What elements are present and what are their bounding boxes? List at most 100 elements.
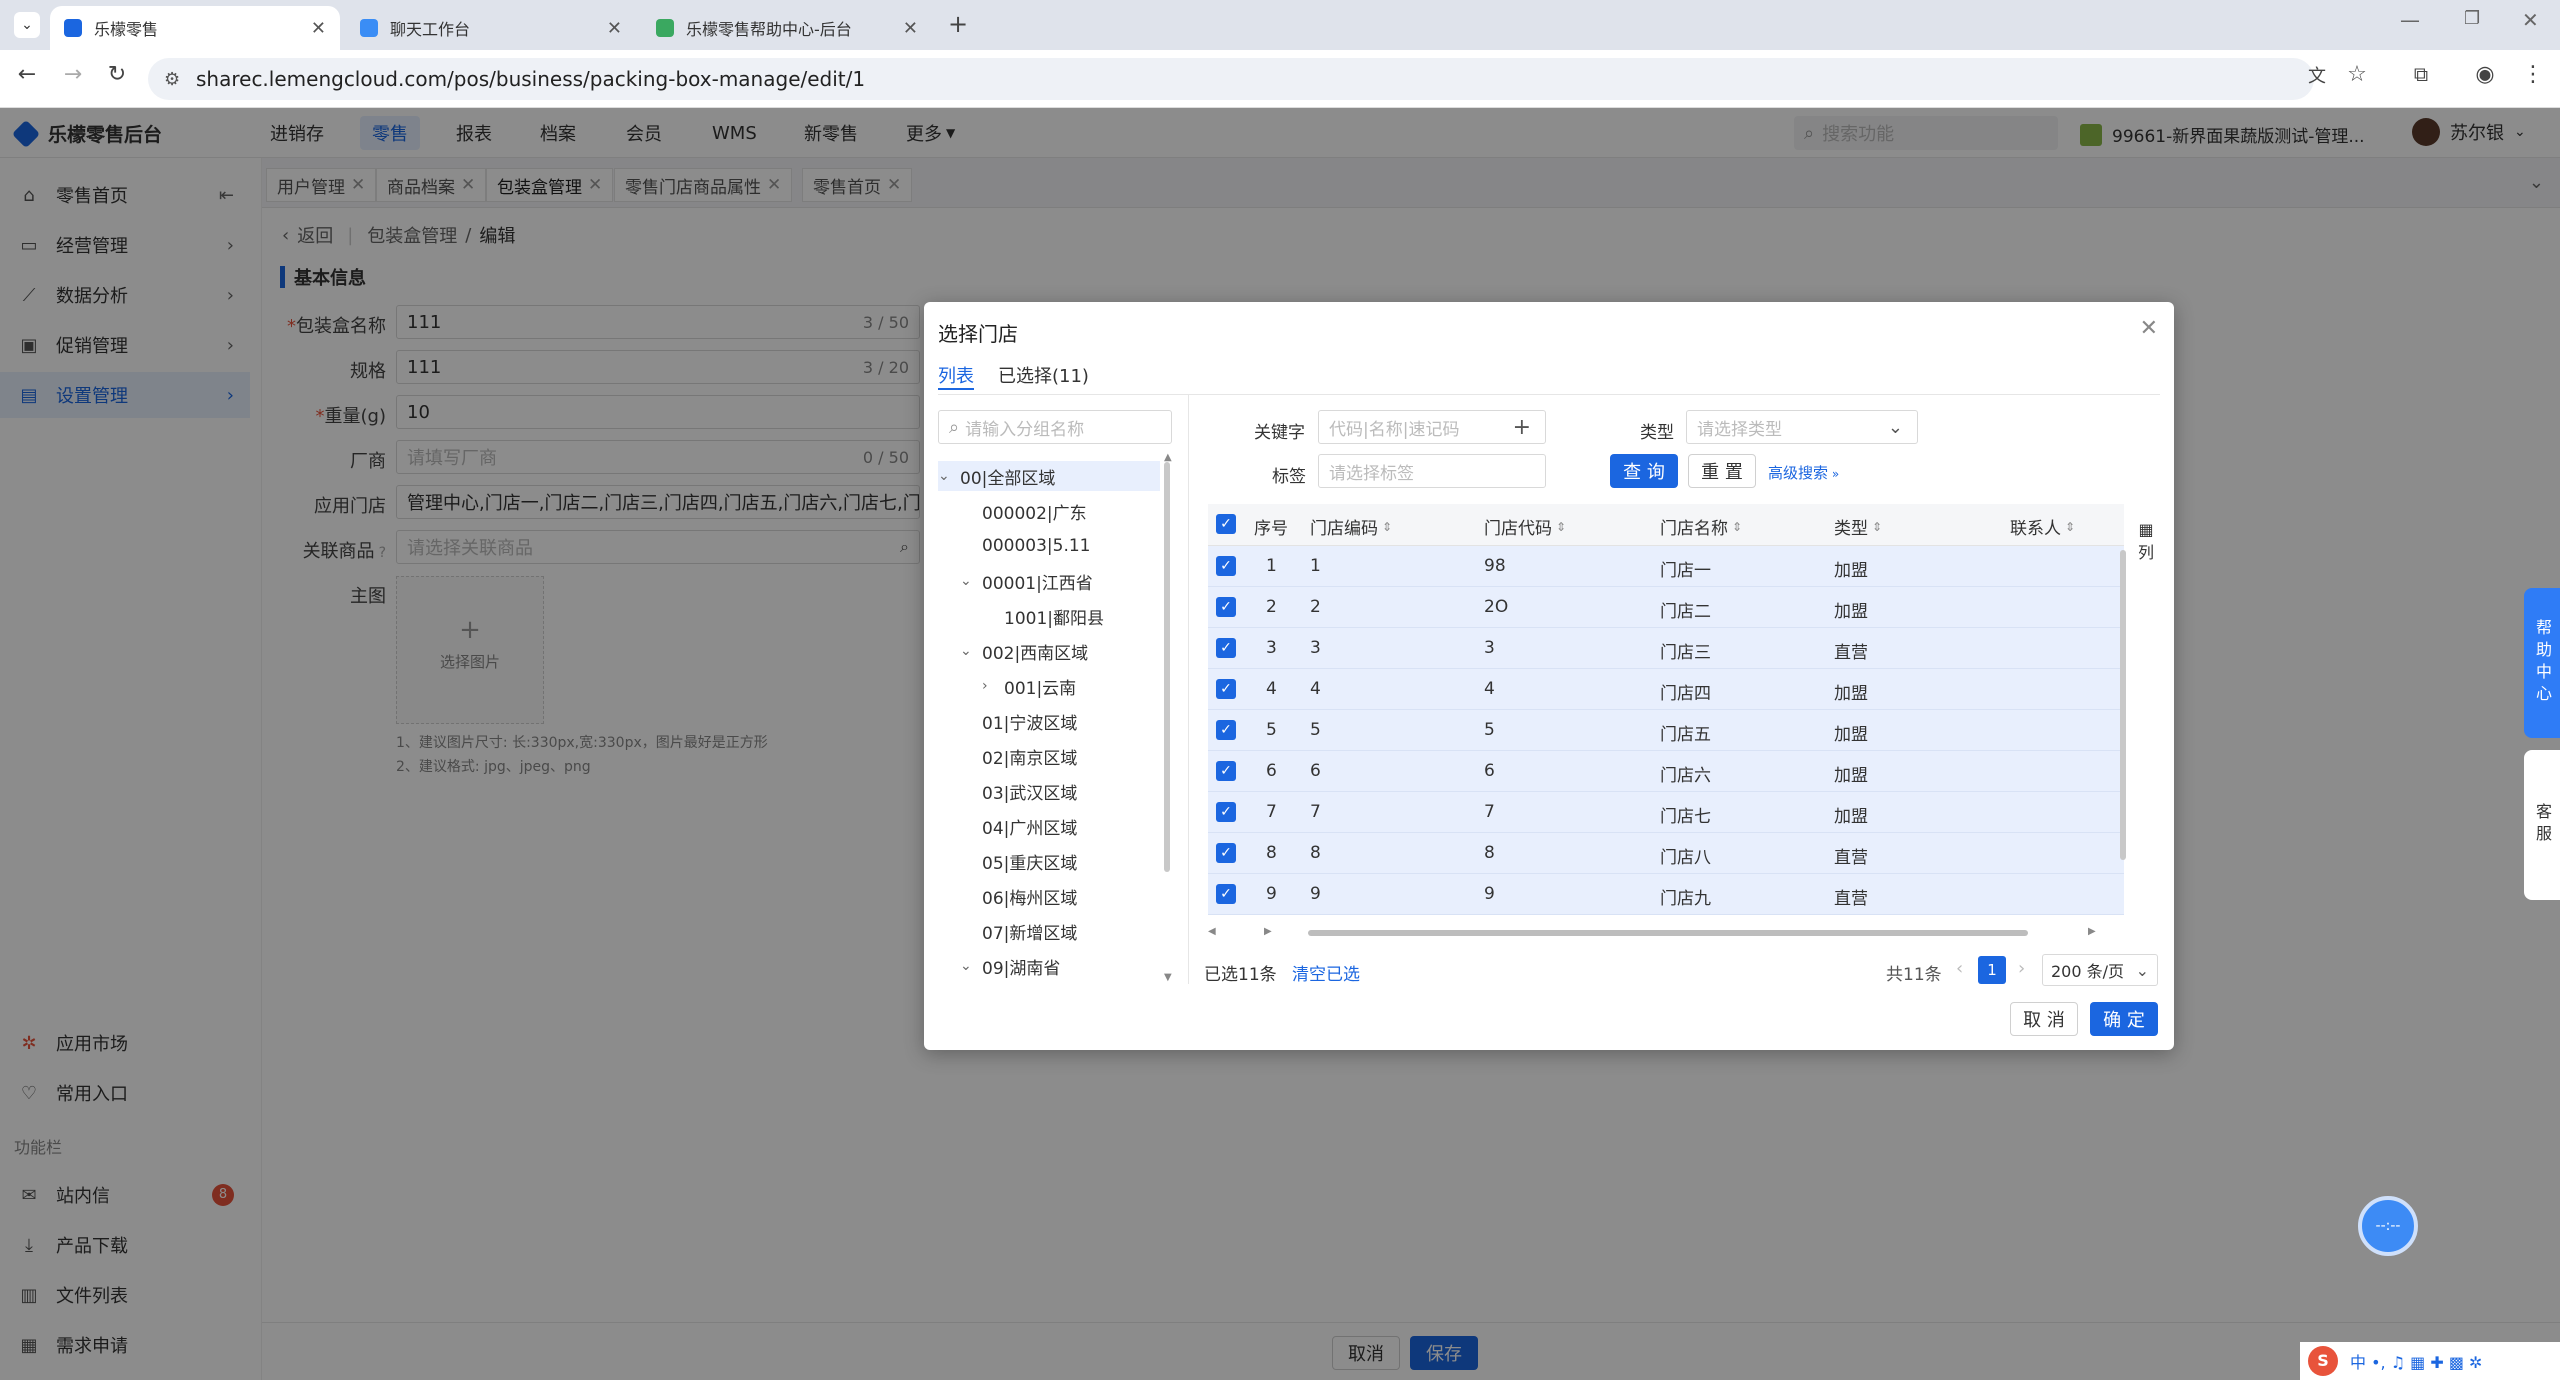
- customer-service-widget[interactable]: 客服: [2524, 750, 2560, 900]
- column-settings-button[interactable]: ▦ 列: [2134, 520, 2158, 563]
- floating-assistant-button[interactable]: --:--: [2358, 1196, 2418, 1256]
- page-1-button[interactable]: 1: [1978, 956, 2006, 984]
- tree-node[interactable]: › 001|云南: [982, 671, 1076, 701]
- dialog-cancel-button[interactable]: 取 消: [2010, 1002, 2078, 1036]
- minimize-button[interactable]: —: [2400, 8, 2420, 32]
- row-checkbox[interactable]: ✓: [1216, 761, 1236, 781]
- dialog-close-icon[interactable]: ✕: [2140, 316, 2158, 341]
- chevron-down-icon[interactable]: ⌄: [960, 573, 978, 589]
- clear-selected-link[interactable]: 清空已选: [1292, 960, 1360, 985]
- translate-icon[interactable]: 文: [2300, 62, 2334, 88]
- row-checkbox[interactable]: ✓: [1216, 802, 1236, 822]
- chevron-down-icon[interactable]: ⌄: [960, 958, 978, 974]
- tag-input[interactable]: 请选择标签: [1318, 454, 1546, 488]
- reload-icon[interactable]: ↻: [100, 62, 134, 87]
- window-close-button[interactable]: ✕: [2522, 8, 2539, 32]
- table-row[interactable]: ✓ 3 3 3 门店三 直营: [1208, 628, 2124, 669]
- column-header-type[interactable]: 类型 ⇕: [1834, 514, 1882, 539]
- close-icon[interactable]: ✕: [607, 18, 622, 39]
- scroll-down-icon[interactable]: ▼: [1164, 972, 1172, 983]
- row-checkbox[interactable]: ✓: [1216, 720, 1236, 740]
- table-row[interactable]: ✓ 1 1 98 门店一 加盟: [1208, 546, 2124, 587]
- tree-node-label: 02|南京区域: [982, 748, 1078, 769]
- group-search-input[interactable]: ⌕ 请输入分组名称: [938, 410, 1172, 444]
- browser-tab-1[interactable]: 聊天工作台 ✕: [346, 6, 636, 50]
- column-header-contact[interactable]: 联系人 ⇕: [2010, 514, 2075, 539]
- column-header-store-code[interactable]: 门店编码 ⇕: [1310, 514, 1392, 539]
- tab-list-button[interactable]: ⌄: [14, 12, 40, 38]
- chevron-down-icon[interactable]: ⌄: [938, 468, 956, 484]
- table-row[interactable]: ✓ 7 7 7 门店七 加盟: [1208, 792, 2124, 833]
- sort-icon[interactable]: ⇕: [1872, 520, 1882, 534]
- extensions-icon[interactable]: ⧉: [2404, 62, 2438, 86]
- browser-tab-2[interactable]: 乐檬零售帮助中心-后台 ✕: [642, 6, 932, 50]
- next-page-icon[interactable]: ›: [2018, 958, 2025, 979]
- tree-node[interactable]: 03|武汉区域: [960, 776, 1077, 806]
- table-row[interactable]: ✓ 4 4 4 门店四 加盟: [1208, 669, 2124, 710]
- keyword-input[interactable]: 代码|名称|速记码 +: [1318, 410, 1546, 444]
- browser-menu-icon[interactable]: ⋮: [2516, 62, 2550, 87]
- scroll-up-icon[interactable]: ▲: [1164, 452, 1172, 463]
- table-horizontal-scrollbar[interactable]: ◀ ▶ ▶: [1208, 926, 2124, 938]
- dialog-confirm-button[interactable]: 确 定: [2090, 1002, 2158, 1036]
- chevron-down-icon[interactable]: ⌄: [960, 643, 978, 659]
- row-checkbox[interactable]: ✓: [1216, 597, 1236, 617]
- back-icon[interactable]: ←: [10, 62, 44, 87]
- tree-node[interactable]: 02|南京区域: [960, 741, 1077, 771]
- tree-node[interactable]: 01|宁波区域: [960, 706, 1077, 736]
- help-center-widget[interactable]: 帮助中心: [2524, 588, 2560, 738]
- browser-tab-0[interactable]: 乐檬零售 ✕: [50, 6, 340, 50]
- tree-node[interactable]: 000002|广东: [960, 496, 1087, 526]
- column-header-store-shortcode[interactable]: 门店代码 ⇕: [1484, 514, 1566, 539]
- url-field[interactable]: ⚙ sharec.lemengcloud.com/pos/business/pa…: [148, 58, 2314, 100]
- ime-logo-icon[interactable]: S: [2308, 1346, 2338, 1376]
- row-checkbox[interactable]: ✓: [1216, 556, 1236, 576]
- tab-selected[interactable]: 已选择(11): [998, 362, 1089, 388]
- restore-button[interactable]: ❐: [2464, 8, 2480, 29]
- plus-icon[interactable]: +: [1513, 415, 1531, 440]
- tree-node[interactable]: ⌄ 09|湖南省: [960, 951, 1060, 981]
- new-tab-button[interactable]: +: [948, 10, 968, 38]
- sort-icon[interactable]: ⇕: [1382, 520, 1392, 534]
- query-button[interactable]: 查 询: [1610, 454, 1678, 488]
- table-row[interactable]: ✓ 5 5 5 门店五 加盟: [1208, 710, 2124, 751]
- table-row[interactable]: ✓ 9 9 9 门店九 直营: [1208, 874, 2124, 915]
- select-all-checkbox[interactable]: ✓: [1216, 514, 1236, 534]
- tab-list[interactable]: 列表: [938, 362, 974, 388]
- profile-icon[interactable]: ◉: [2468, 62, 2502, 87]
- forward-icon[interactable]: →: [56, 62, 90, 87]
- tree-node[interactable]: 000003|5.11: [960, 531, 1090, 561]
- tree-node[interactable]: ⌄ 002|西南区域: [960, 636, 1088, 666]
- tree-node[interactable]: ⌄ 00|全部区域: [938, 461, 1160, 491]
- tree-node[interactable]: 06|梅州区域: [960, 881, 1077, 911]
- column-header-store-name[interactable]: 门店名称 ⇕: [1660, 514, 1742, 539]
- site-info-icon[interactable]: ⚙: [164, 69, 180, 90]
- tree-scrollbar[interactable]: [1164, 462, 1170, 872]
- prev-page-icon[interactable]: ‹: [1956, 958, 1963, 979]
- sort-icon[interactable]: ⇕: [2065, 520, 2075, 534]
- chevron-right-icon[interactable]: ›: [982, 678, 1000, 694]
- ime-icons[interactable]: 中 •, ♫ ▦ ✚ ▩ ✲: [2350, 1349, 2482, 1373]
- row-checkbox[interactable]: ✓: [1216, 843, 1236, 863]
- sort-icon[interactable]: ⇕: [1732, 520, 1742, 534]
- bookmark-star-icon[interactable]: ☆: [2340, 62, 2374, 87]
- table-vertical-scrollbar[interactable]: [2120, 550, 2126, 860]
- close-icon[interactable]: ✕: [903, 18, 918, 39]
- sort-icon[interactable]: ⇕: [1556, 520, 1566, 534]
- tree-node[interactable]: 07|新增区域: [960, 916, 1077, 946]
- tree-node[interactable]: 05|重庆区域: [960, 846, 1077, 876]
- table-row[interactable]: ✓ 8 8 8 门店八 直营: [1208, 833, 2124, 874]
- tree-node[interactable]: 1001|鄱阳县: [982, 601, 1104, 631]
- table-row[interactable]: ✓ 6 6 6 门店六 加盟: [1208, 751, 2124, 792]
- row-checkbox[interactable]: ✓: [1216, 884, 1236, 904]
- tree-node[interactable]: ⌄ 00001|江西省: [960, 566, 1093, 596]
- type-select[interactable]: 请选择类型 ⌄: [1686, 410, 1918, 444]
- reset-button[interactable]: 重 置: [1688, 454, 1756, 488]
- row-checkbox[interactable]: ✓: [1216, 638, 1236, 658]
- close-icon[interactable]: ✕: [311, 18, 326, 39]
- page-size-select[interactable]: 200 条/页 ⌄: [2042, 954, 2158, 986]
- table-row[interactable]: ✓ 2 2 2O 门店二 加盟: [1208, 587, 2124, 628]
- row-checkbox[interactable]: ✓: [1216, 679, 1236, 699]
- advanced-search-link[interactable]: 高级搜索 »: [1768, 462, 1839, 483]
- tree-node[interactable]: 04|广州区域: [960, 811, 1077, 841]
